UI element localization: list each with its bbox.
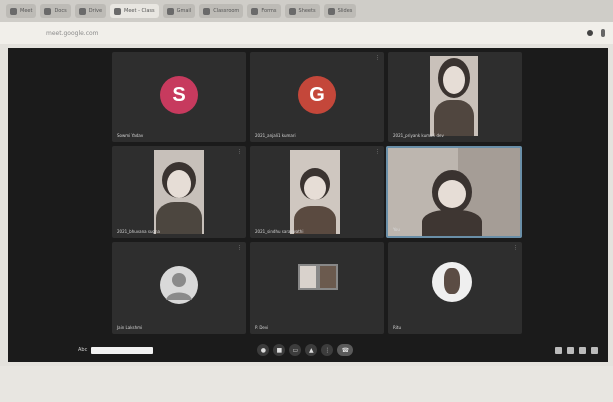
screen: Meet Docs Drive Meet - Class Gmail Class… [0, 0, 613, 402]
participant-name: Ritu [393, 325, 401, 330]
browser-tab[interactable]: Gmail [162, 4, 196, 18]
participant-tile[interactable]: S Sowmi Yadav [112, 52, 246, 142]
meeting-details-field[interactable] [91, 346, 154, 354]
participant-tile[interactable]: ⋮ 2021_sindhu saraswathi [250, 146, 384, 238]
address-bar-row: meet.google.com [0, 22, 613, 44]
browser-tab-bar: Meet Docs Drive Meet - Class Gmail Class… [0, 0, 613, 22]
more-options-icon[interactable]: ⋮ [237, 149, 242, 155]
tab-favicon-icon [44, 7, 52, 15]
address-bar[interactable]: meet.google.com [46, 30, 99, 37]
browser-tab-active[interactable]: Meet - Class [110, 4, 159, 18]
profile-icon[interactable] [587, 30, 593, 36]
tab-label: Forms [261, 8, 277, 14]
tab-favicon-icon [114, 7, 122, 15]
tab-label: Drive [88, 8, 103, 14]
tab-label: Sheets [298, 8, 316, 14]
participant-video [388, 148, 520, 236]
tab-favicon-icon [327, 7, 335, 15]
participant-profile-avatar [160, 266, 198, 304]
tab-label: Classroom [213, 8, 240, 14]
tab-favicon-icon [251, 7, 259, 15]
participant-initial-avatar: G [298, 76, 336, 114]
more-options-icon[interactable]: ⋮ [375, 55, 380, 61]
participant-profile-image [298, 264, 338, 290]
browser-tab[interactable]: Docs [40, 4, 71, 18]
person-icon [166, 273, 192, 300]
browser-status-bar [0, 366, 613, 402]
participant-video [290, 150, 340, 234]
browser-tab[interactable]: Forms [247, 4, 281, 18]
present-icon[interactable]: ▲ [305, 344, 318, 356]
meeting-code: Abc [78, 347, 88, 353]
tab-label: Meet [20, 8, 33, 14]
mic-icon[interactable]: ● [257, 344, 270, 356]
participant-video [154, 150, 204, 234]
browser-tab[interactable]: Drive [74, 4, 107, 18]
participant-tile[interactable]: ⋮ 2021_bhuvana sugna [112, 146, 246, 238]
camera-icon[interactable]: ■ [273, 344, 286, 356]
tab-label: Meet - Class [124, 8, 155, 14]
participant-tile[interactable]: ⋮ Jain Lakshmi [112, 242, 246, 334]
activities-icon[interactable] [591, 346, 598, 354]
tab-label: Docs [54, 8, 67, 14]
participant-name: Jain Lakshmi [117, 325, 143, 330]
participant-tile[interactable]: P. Devi [250, 242, 384, 334]
more-options-icon[interactable]: ⋮ [375, 149, 380, 155]
participant-tile[interactable]: ⋮ Ritu [388, 242, 522, 334]
tab-favicon-icon [166, 7, 174, 15]
avatar-initial: G [309, 83, 325, 106]
participant-initial-avatar: S [160, 76, 198, 114]
browser-tab[interactable]: Slides [323, 4, 357, 18]
end-call-icon[interactable]: ☎ [337, 344, 354, 356]
people-icon[interactable] [567, 346, 574, 354]
tab-favicon-icon [78, 7, 86, 15]
participant-video [430, 56, 478, 136]
more-icon[interactable]: ⋮ [321, 344, 334, 356]
tab-favicon-icon [203, 7, 211, 15]
tab-label: Gmail [176, 8, 192, 14]
participant-name: You [393, 227, 400, 232]
captions-icon[interactable]: ▭ [289, 344, 302, 356]
meeting-grid: S Sowmi Yadav G ⋮ 2021_anjali1 kumari 20… [8, 48, 608, 362]
tab-favicon-icon [288, 7, 296, 15]
participant-name: 2021_sindhu saraswathi [255, 229, 304, 234]
participant-name: P. Devi [255, 325, 269, 330]
participant-tile[interactable]: G ⋮ 2021_anjali1 kumari [250, 52, 384, 142]
participant-profile-image [432, 262, 472, 302]
chat-icon[interactable] [579, 346, 586, 354]
browser-tab[interactable]: Sheets [284, 4, 320, 18]
info-icon[interactable] [555, 346, 562, 354]
participant-name: 2021_bhuvana sugna [117, 229, 161, 234]
participant-name: 2021_anjali1 kumari [255, 133, 296, 138]
participant-name: Sowmi Yadav [117, 133, 144, 138]
tab-favicon-icon [10, 7, 17, 15]
meeting-controls-bar: Abc ● ■ ▭ ▲ ⋮ ☎ [8, 338, 608, 362]
participant-name: 2021_priyank kumari dev [393, 133, 444, 138]
participant-tile-active-speaker[interactable]: You [386, 146, 522, 238]
browser-tab[interactable]: Meet [6, 4, 37, 18]
more-options-icon[interactable]: ⋮ [237, 245, 242, 251]
tab-label: Slides [337, 8, 353, 14]
avatar-initial: S [172, 83, 186, 106]
menu-icon[interactable] [601, 29, 605, 37]
participant-tile[interactable]: 2021_priyank kumari dev [388, 52, 522, 142]
more-options-icon[interactable]: ⋮ [513, 245, 518, 251]
browser-tab[interactable]: Classroom [199, 4, 244, 18]
